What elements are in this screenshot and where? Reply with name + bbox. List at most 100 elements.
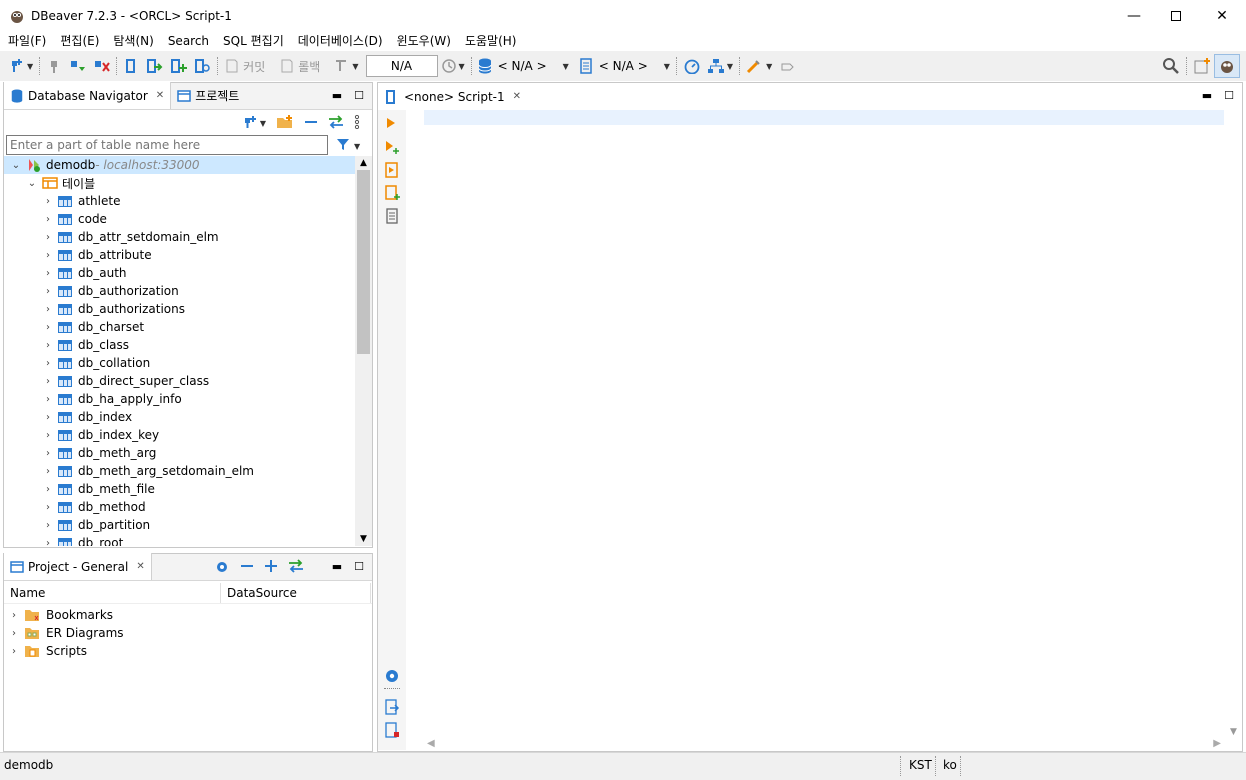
new-folder-button[interactable] bbox=[276, 114, 294, 130]
minimize-view-icon[interactable]: ▬ bbox=[332, 560, 342, 573]
chevron-right-icon[interactable]: › bbox=[8, 646, 20, 657]
minimize-button[interactable]: — bbox=[1111, 0, 1157, 31]
menu-database[interactable]: 데이터베이스(D) bbox=[291, 31, 390, 51]
tree-table-row[interactable]: › db_charset bbox=[4, 318, 372, 336]
expand-all-icon[interactable] bbox=[264, 559, 278, 573]
sql-editor-text-area[interactable] bbox=[424, 110, 1224, 737]
reconnect-button[interactable] bbox=[65, 55, 89, 77]
tree-table-row[interactable]: › db_index_key bbox=[4, 426, 372, 444]
editor-horizontal-scrollbar[interactable]: ◀ ▶ bbox=[424, 735, 1224, 751]
rollback-button[interactable]: 롤백 bbox=[276, 55, 323, 77]
maximize-button[interactable] bbox=[1153, 0, 1199, 31]
tree-table-row[interactable]: › athlete bbox=[4, 192, 372, 210]
chevron-right-icon[interactable]: › bbox=[42, 340, 54, 351]
export-script-button[interactable] bbox=[384, 699, 400, 718]
menu-help[interactable]: 도움말(H) bbox=[458, 31, 524, 51]
tree-table-row[interactable]: › db_auth bbox=[4, 264, 372, 282]
chevron-right-icon[interactable]: › bbox=[42, 430, 54, 441]
menu-edit[interactable]: 편집(E) bbox=[53, 31, 106, 51]
tree-table-row[interactable]: › db_meth_arg_setdomain_elm bbox=[4, 462, 372, 480]
tab-script-1[interactable]: <none> Script-1 ✕ bbox=[378, 83, 528, 110]
new-connection-button[interactable]: ▼ bbox=[242, 114, 266, 130]
gear-icon[interactable] bbox=[214, 559, 230, 575]
chevron-down-icon[interactable]: ⌄ bbox=[26, 178, 38, 189]
tree-table-row[interactable]: › db_method bbox=[4, 498, 372, 516]
sql-editor-button[interactable] bbox=[120, 55, 142, 77]
tree-table-row[interactable]: › db_collation bbox=[4, 354, 372, 372]
menu-search[interactable]: Search bbox=[161, 31, 216, 51]
er-diagram-button[interactable]: ▼ bbox=[704, 55, 736, 77]
tree-table-row[interactable]: › db_meth_file bbox=[4, 480, 372, 498]
menu-navigate[interactable]: 탐색(N) bbox=[106, 31, 160, 51]
scroll-up-icon[interactable]: ▲ bbox=[355, 156, 372, 170]
tree-table-row[interactable]: › code bbox=[4, 210, 372, 228]
tree-table-row[interactable]: › db_partition bbox=[4, 516, 372, 534]
tree-table-row[interactable]: › db_direct_super_class bbox=[4, 372, 372, 390]
link-with-editor-button[interactable] bbox=[328, 115, 344, 130]
tab-projects[interactable]: 프로젝트 bbox=[171, 82, 245, 109]
tree-folder-tables[interactable]: ⌄ 테이블 bbox=[4, 174, 372, 192]
tree-table-row[interactable]: › db_authorizations bbox=[4, 300, 372, 318]
open-sql-script-button[interactable] bbox=[142, 55, 166, 77]
project-item-bookmarks[interactable]: › Bookmarks bbox=[4, 606, 372, 624]
transaction-mode-button[interactable]: ▼ bbox=[331, 55, 361, 77]
tree-table-row[interactable]: › db_index bbox=[4, 408, 372, 426]
open-perspective-button[interactable] bbox=[1190, 55, 1214, 77]
maximize-view-icon[interactable]: ☐ bbox=[1224, 89, 1234, 102]
scroll-down-icon[interactable]: ▼ bbox=[355, 532, 372, 546]
new-sql-script-button[interactable] bbox=[166, 55, 190, 77]
transaction-log-button[interactable]: ▼ bbox=[438, 55, 468, 77]
tree-table-row[interactable]: › db_ha_apply_info bbox=[4, 390, 372, 408]
maximize-view-icon[interactable]: ☐ bbox=[354, 89, 364, 102]
view-menu-button[interactable] bbox=[354, 115, 360, 130]
status-timezone[interactable]: KST bbox=[909, 758, 932, 772]
menu-file[interactable]: 파일(F) bbox=[0, 31, 53, 51]
editor-settings-button[interactable] bbox=[384, 668, 400, 687]
chevron-right-icon[interactable]: › bbox=[42, 304, 54, 315]
connect-button[interactable] bbox=[43, 55, 65, 77]
scroll-right-icon[interactable]: ▶ bbox=[1213, 738, 1221, 749]
chevron-right-icon[interactable]: › bbox=[42, 286, 54, 297]
close-button[interactable]: ✕ bbox=[1199, 0, 1245, 31]
chevron-right-icon[interactable]: › bbox=[42, 214, 54, 225]
chevron-right-icon[interactable]: › bbox=[42, 412, 54, 423]
pin-button[interactable] bbox=[775, 55, 799, 77]
navigator-scrollbar[interactable]: ▲ ▼ bbox=[355, 156, 372, 546]
chevron-right-icon[interactable]: › bbox=[42, 484, 54, 495]
chevron-right-icon[interactable]: › bbox=[42, 196, 54, 207]
column-name-header[interactable]: Name bbox=[4, 582, 221, 603]
schema-selector[interactable]: < N/A > ▼ bbox=[576, 55, 673, 77]
table-filter-input[interactable] bbox=[6, 135, 328, 155]
minimize-view-icon[interactable]: ▬ bbox=[1202, 89, 1212, 102]
tree-connection-demodb[interactable]: ⌄ demodb - localhost:33000 bbox=[4, 156, 355, 174]
chevron-right-icon[interactable]: › bbox=[42, 394, 54, 405]
chevron-right-icon[interactable]: › bbox=[42, 358, 54, 369]
tools-button[interactable]: ▼ bbox=[743, 55, 775, 77]
chevron-right-icon[interactable]: › bbox=[42, 502, 54, 513]
minimize-view-icon[interactable]: ▬ bbox=[332, 89, 342, 102]
execute-script-button[interactable] bbox=[384, 162, 400, 181]
link-arrows-icon[interactable] bbox=[288, 559, 304, 573]
chevron-right-icon[interactable]: › bbox=[42, 538, 54, 547]
chevron-right-icon[interactable]: › bbox=[42, 448, 54, 459]
chevron-right-icon[interactable]: › bbox=[8, 610, 20, 621]
execute-in-new-tab-button[interactable] bbox=[384, 139, 400, 158]
scroll-left-icon[interactable]: ◀ bbox=[427, 738, 435, 749]
tab-database-navigator[interactable]: Database Navigator ✕ bbox=[4, 82, 172, 109]
filter-options-button[interactable]: ▼ bbox=[336, 138, 360, 153]
editor-vertical-scrollbar[interactable]: ▼ bbox=[1225, 110, 1242, 737]
datasource-selector[interactable]: < N/A > ▼ bbox=[475, 55, 572, 77]
scroll-down-icon[interactable]: ▼ bbox=[1225, 727, 1242, 737]
disconnect-button[interactable] bbox=[89, 55, 113, 77]
collapse-all-icon[interactable] bbox=[240, 559, 254, 573]
dashboard-button[interactable] bbox=[680, 55, 704, 77]
tree-table-row[interactable]: › db_root bbox=[4, 534, 372, 546]
close-tab-icon[interactable]: ✕ bbox=[136, 561, 144, 572]
close-tab-icon[interactable]: ✕ bbox=[513, 91, 521, 102]
project-item-scripts[interactable]: › Scripts bbox=[4, 642, 372, 660]
chevron-right-icon[interactable]: › bbox=[42, 322, 54, 333]
chevron-right-icon[interactable]: › bbox=[42, 268, 54, 279]
maximize-view-icon[interactable]: ☐ bbox=[354, 560, 364, 573]
commit-button[interactable]: 커밋 bbox=[221, 55, 268, 77]
chevron-right-icon[interactable]: › bbox=[42, 250, 54, 261]
